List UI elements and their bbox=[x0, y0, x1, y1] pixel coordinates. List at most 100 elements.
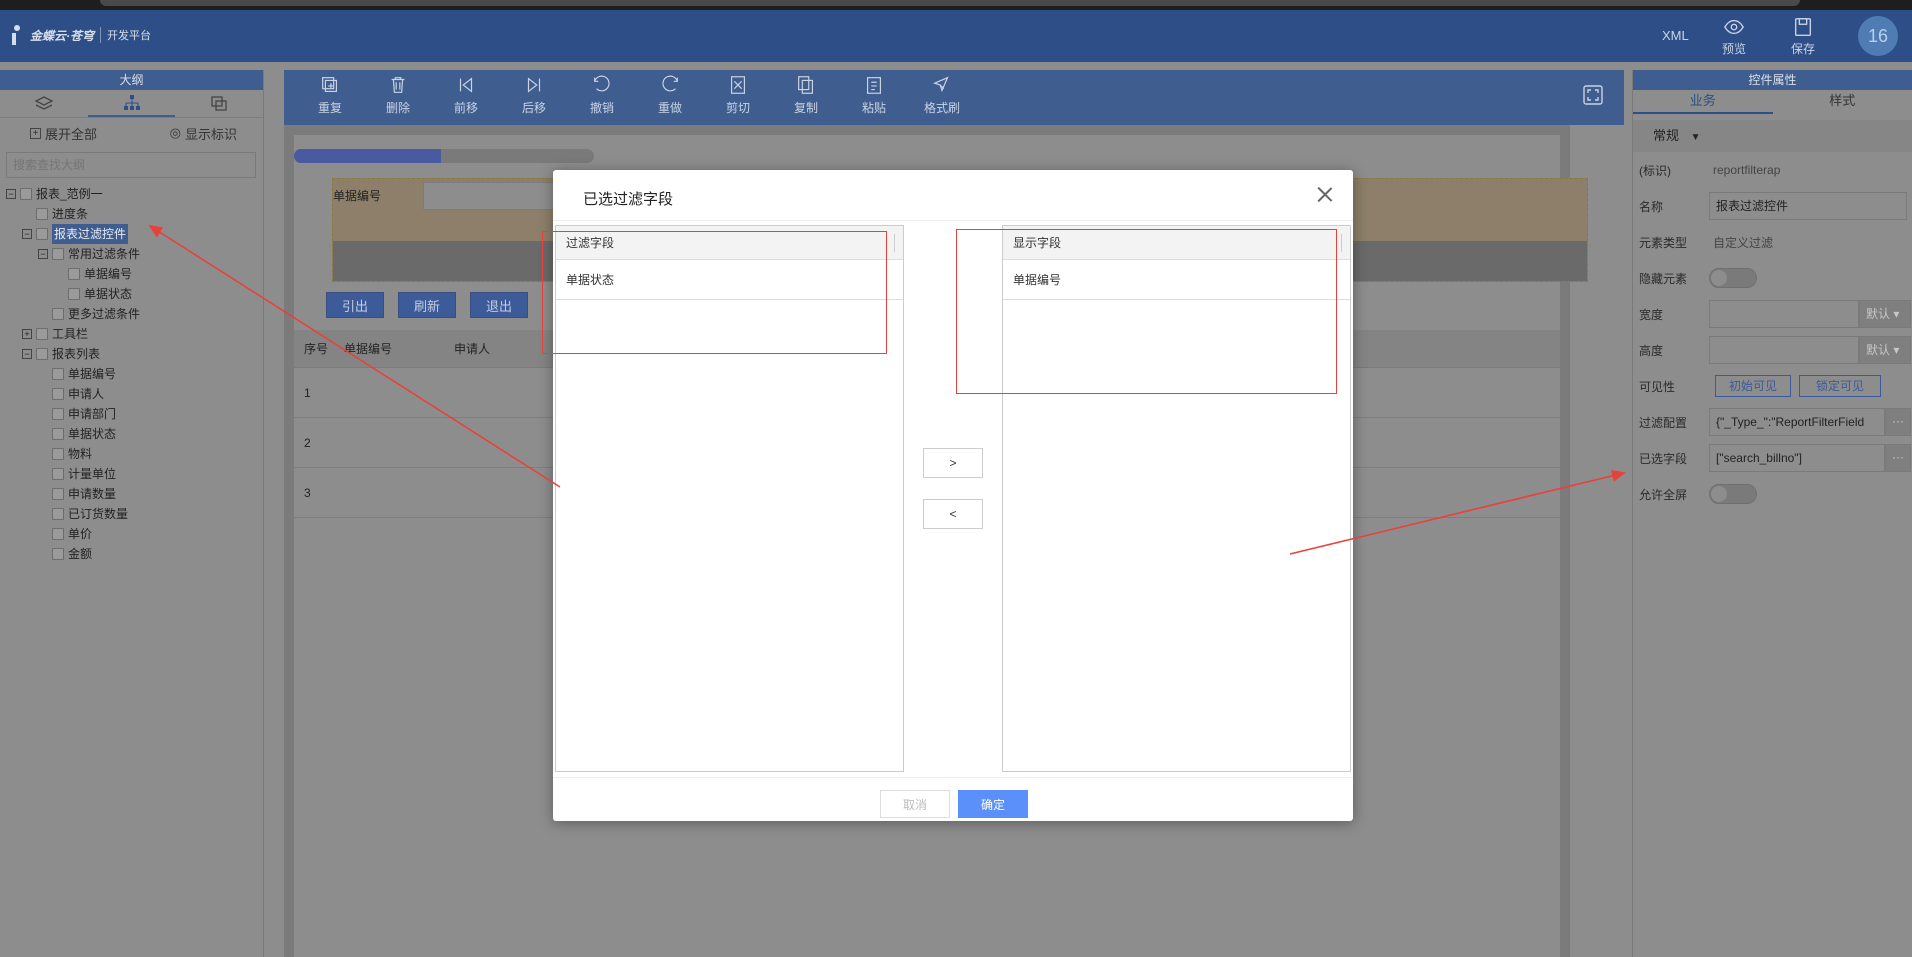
exit-button[interactable]: 退出 bbox=[470, 292, 528, 318]
tree-node[interactable]: 进度条 bbox=[0, 204, 263, 224]
tab-copy[interactable] bbox=[175, 90, 263, 117]
save-button[interactable]: 保存 bbox=[1791, 16, 1815, 57]
tree-node[interactable]: 更多过滤条件 bbox=[0, 304, 263, 324]
user-avatar[interactable]: 16 bbox=[1858, 16, 1898, 56]
toolbar-button[interactable]: 重做 bbox=[648, 74, 692, 116]
collapse-icon[interactable]: − bbox=[6, 189, 16, 199]
toolbar-button[interactable]: 格式刷 bbox=[920, 74, 964, 116]
refresh-button[interactable]: 刷新 bbox=[398, 292, 456, 318]
copy-plus-icon bbox=[322, 77, 338, 93]
section-general[interactable]: 常规 ▼ bbox=[1633, 120, 1912, 152]
selected-fields-more-button[interactable]: ··· bbox=[1885, 444, 1911, 472]
dialog-footer-divider bbox=[553, 777, 1353, 778]
visible-lock-button[interactable]: 锁定可见 bbox=[1799, 375, 1881, 397]
toolbar-button[interactable]: 重复 bbox=[308, 74, 352, 116]
tab-style[interactable]: 样式 bbox=[1773, 90, 1912, 114]
toolbar-button[interactable]: 后移 bbox=[512, 74, 556, 116]
width-unit-select[interactable]: 默认 ▾ bbox=[1859, 300, 1911, 328]
tree-node[interactable]: 单据状态 bbox=[0, 284, 263, 304]
designer-toolbar: 重复 删除 前移 后移 撤销 重做 剪切 复制 粘贴 格式刷 bbox=[284, 70, 1624, 125]
tree-node[interactable]: 申请部门 bbox=[0, 404, 263, 424]
collapse-icon[interactable]: − bbox=[38, 249, 48, 259]
tree-node[interactable]: 单据状态 bbox=[0, 424, 263, 444]
toolbar-button[interactable]: 删除 bbox=[376, 74, 420, 116]
caret-down-icon: ▼ bbox=[1690, 132, 1701, 143]
tab-tree[interactable] bbox=[87, 90, 176, 117]
selected-fields-input[interactable]: ["search_billno"] bbox=[1709, 444, 1885, 472]
tree-node-label: 申请数量 bbox=[68, 487, 117, 501]
cancel-button[interactable]: 取消 bbox=[880, 790, 950, 818]
node-type-icon bbox=[52, 468, 64, 480]
toolbar-button[interactable]: 复制 bbox=[784, 74, 828, 116]
filter-config-more-button[interactable]: ··· bbox=[1885, 408, 1911, 436]
tree-node[interactable]: − 报表列表 bbox=[0, 344, 263, 364]
toolbar-button[interactable]: 撤销 bbox=[580, 74, 624, 116]
collapse-icon[interactable]: − bbox=[22, 229, 32, 239]
tree-node[interactable]: − 报表_范例一 bbox=[0, 184, 263, 204]
redo-icon bbox=[662, 75, 678, 92]
tree-node[interactable]: 已订货数量 bbox=[0, 504, 263, 524]
height-unit-select[interactable]: 默认 ▾ bbox=[1859, 336, 1911, 364]
node-type-icon bbox=[68, 268, 80, 280]
row-index: 2 bbox=[304, 435, 311, 450]
hidden-toggle[interactable] bbox=[1709, 268, 1757, 288]
row-index: 3 bbox=[304, 485, 311, 500]
logo-mark-icon bbox=[10, 23, 24, 47]
preview-button[interactable]: 预览 bbox=[1722, 16, 1746, 57]
move-left-button[interactable]: < bbox=[923, 499, 983, 529]
toolbar-button-label: 前移 bbox=[453, 101, 478, 115]
toolbar-button[interactable]: 粘贴 bbox=[852, 74, 896, 116]
grid-header-applicant: 申请人 bbox=[454, 342, 491, 356]
tab-layers[interactable] bbox=[0, 90, 88, 117]
xml-button[interactable]: XML bbox=[1662, 28, 1689, 43]
tree-node[interactable]: 单价 bbox=[0, 524, 263, 544]
close-icon[interactable] bbox=[1317, 186, 1333, 202]
outline-tools: + 展开全部 ◎ 显示标识 bbox=[0, 118, 263, 148]
toolbar-button[interactable]: 前移 bbox=[444, 74, 488, 116]
prop-label: 名称 bbox=[1639, 199, 1664, 214]
expand-all-button[interactable]: + 展开全部 bbox=[30, 124, 97, 143]
allow-fullscreen-toggle[interactable] bbox=[1709, 484, 1757, 504]
outline-search-input[interactable] bbox=[6, 152, 256, 178]
tree-node[interactable]: + 工具栏 bbox=[0, 324, 263, 344]
collapse-icon[interactable]: − bbox=[22, 349, 32, 359]
tree-node[interactable]: 单据编号 bbox=[0, 364, 263, 384]
prop-value: reportfilterap bbox=[1713, 163, 1781, 177]
toolbar-button[interactable]: 剪切 bbox=[716, 74, 760, 116]
trash-icon bbox=[391, 77, 405, 93]
width-input[interactable] bbox=[1709, 300, 1859, 328]
app-logo[interactable]: 金蝶云·苍穹 开发平台 bbox=[10, 22, 151, 48]
tree-node[interactable]: 物料 bbox=[0, 444, 263, 464]
tree-node[interactable]: 金额 bbox=[0, 544, 263, 564]
prop-row-width: 宽度 默认 ▾ bbox=[1633, 296, 1912, 332]
section-general-label: 常规 bbox=[1653, 128, 1680, 143]
tree-node[interactable]: − 常用过滤条件 bbox=[0, 244, 263, 264]
move-right-button[interactable]: > bbox=[923, 448, 983, 478]
toolbar-button-label: 剪切 bbox=[725, 101, 750, 115]
name-input[interactable]: 报表过滤控件 bbox=[1709, 192, 1907, 220]
brand-name: 金蝶云·苍穹 bbox=[30, 28, 94, 43]
cut-icon bbox=[730, 76, 746, 94]
tree-node[interactable]: 单据编号 bbox=[0, 264, 263, 284]
format-brush-icon bbox=[932, 76, 949, 93]
confirm-button[interactable]: 确定 bbox=[958, 790, 1028, 818]
tree-node[interactable]: − 报表过滤控件 bbox=[0, 224, 263, 244]
fullscreen-button[interactable] bbox=[1582, 84, 1604, 109]
toolbar-button-label: 后移 bbox=[521, 101, 546, 115]
tree-node[interactable]: 计量单位 bbox=[0, 464, 263, 484]
filter-config-input[interactable]: {"_Type_":"ReportFilterField bbox=[1709, 408, 1885, 436]
expand-icon[interactable]: + bbox=[22, 329, 32, 339]
toolbar-button-label: 格式刷 bbox=[923, 101, 960, 115]
tree-node-label: 单据编号 bbox=[68, 367, 117, 381]
node-type-icon bbox=[52, 508, 64, 520]
browser-frame bbox=[0, 0, 1912, 10]
height-input[interactable] bbox=[1709, 336, 1859, 364]
show-ids-button[interactable]: ◎ 显示标识 bbox=[170, 124, 237, 143]
tree-node[interactable]: 申请数量 bbox=[0, 484, 263, 504]
node-type-icon bbox=[36, 348, 48, 360]
tab-business[interactable]: 业务 bbox=[1633, 90, 1773, 114]
export-button[interactable]: 引出 bbox=[326, 292, 384, 318]
visible-initial-button[interactable]: 初始可见 bbox=[1715, 375, 1791, 397]
tree-node[interactable]: 申请人 bbox=[0, 384, 263, 404]
tree-node-label: 进度条 bbox=[52, 207, 89, 221]
